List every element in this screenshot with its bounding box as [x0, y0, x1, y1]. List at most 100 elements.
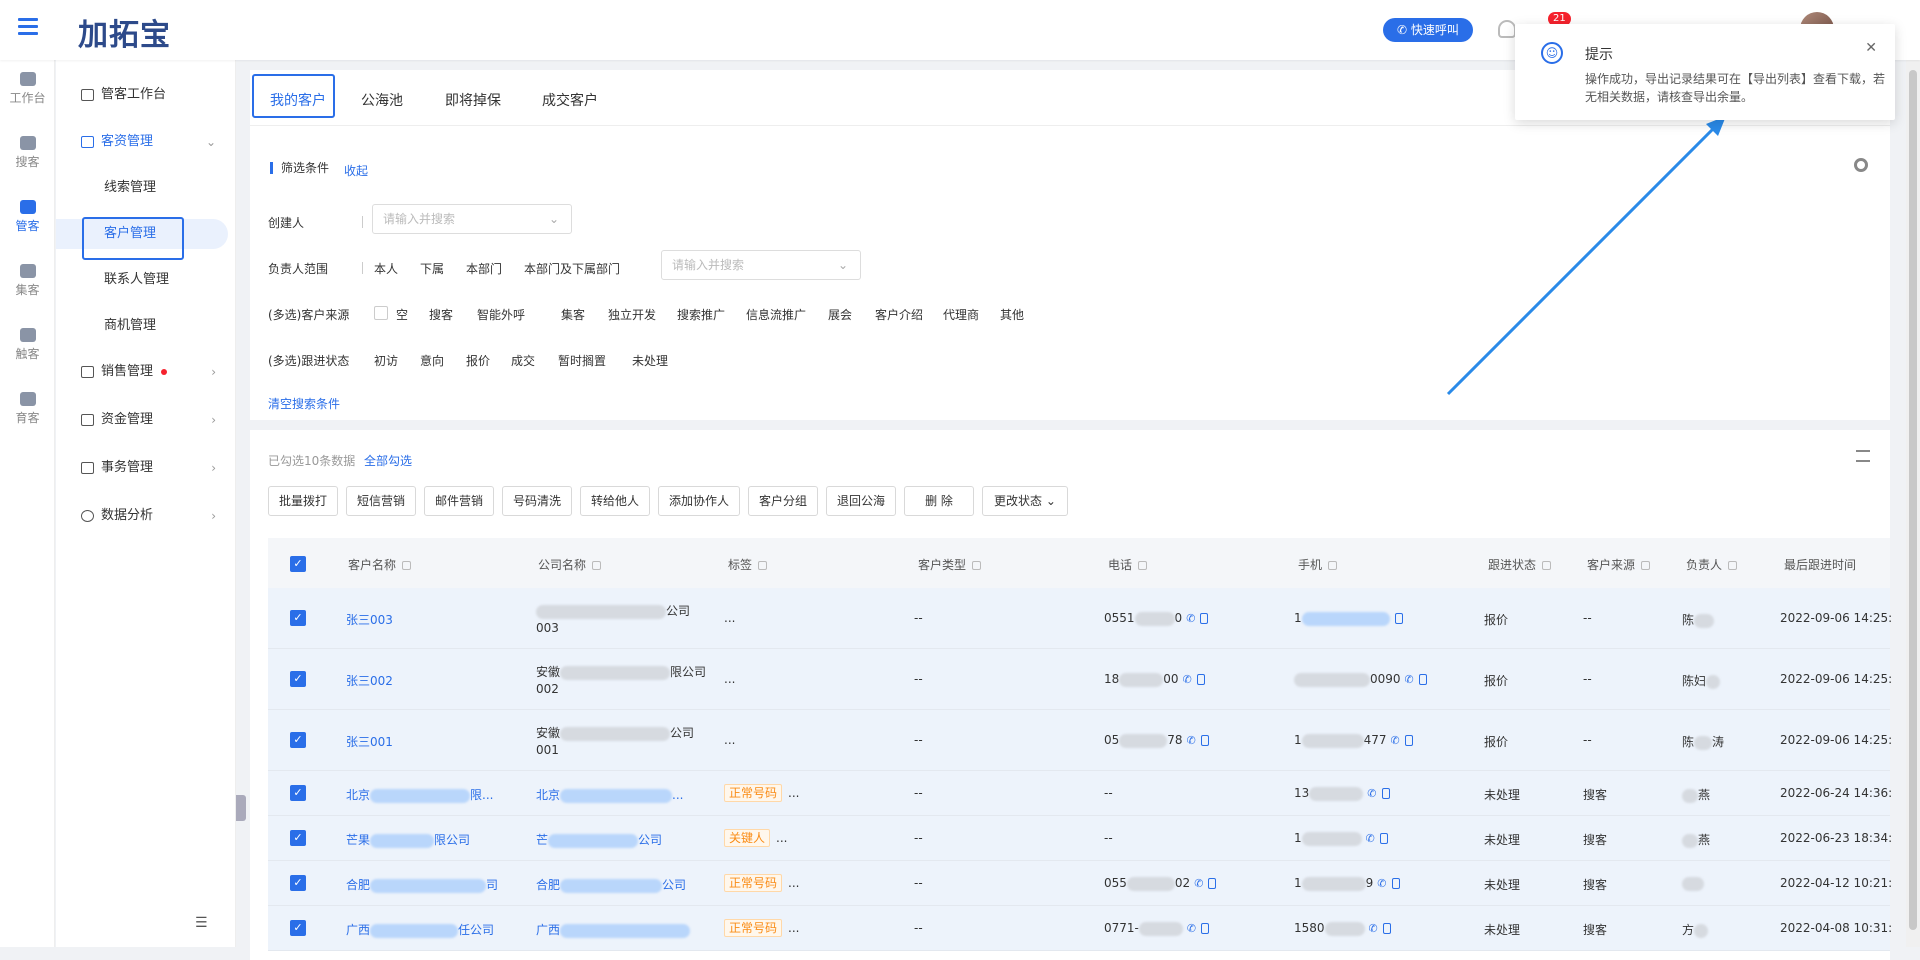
table-row[interactable]: ✓ 张三002 安徽 限公司 002 ... -- 18 00 ✆ 0090 ✆ 报价 …: [268, 649, 1892, 710]
clear-filters-link[interactable]: 清空搜索条件: [268, 395, 340, 412]
source-opt[interactable]: 空: [396, 306, 408, 323]
source-opt[interactable]: 集客: [561, 306, 585, 323]
table-row[interactable]: ✓ 张三003 公司 003 ... -- 0551 0 ✆ 1 报价 -- 陈 2…: [268, 588, 1892, 649]
phone-icon[interactable]: ✆: [1405, 673, 1414, 686]
table-row[interactable]: ✓ 广西 任公司 广西 正常号码 ... -- 0771- ✆ 1580 ✆ 未处理 …: [268, 906, 1892, 951]
phone-icon[interactable]: ✆: [1369, 922, 1378, 935]
scrollbar-thumb[interactable]: [1909, 70, 1917, 930]
sidebar-item-finance[interactable]: 资金管理 ›: [56, 405, 236, 435]
owner-select[interactable]: 请输入并搜索 ⌄: [661, 250, 861, 280]
col-header[interactable]: 公司名称: [538, 556, 602, 573]
sidebar-item-opportunities[interactable]: 商机管理: [56, 311, 236, 341]
batch-dial-button[interactable]: 批量拨打: [268, 486, 338, 516]
customer-name-link[interactable]: 广西 任公司: [346, 921, 494, 938]
select-all-checkbox[interactable]: ✓: [290, 556, 306, 572]
delete-button[interactable]: 删 除: [904, 486, 974, 516]
filter-collapse-link[interactable]: 收起: [344, 162, 368, 179]
sidebar-item-customer-mgmt[interactable]: 客资管理 ⌄: [56, 127, 236, 157]
owner-opt-self[interactable]: 本人: [374, 260, 398, 277]
col-header[interactable]: 跟进状态: [1488, 556, 1552, 573]
customer-name-link[interactable]: 张三001: [346, 733, 393, 750]
phone-icon[interactable]: ✆: [1377, 877, 1386, 890]
source-opt[interactable]: 代理商: [943, 306, 979, 323]
rail-item-workbench[interactable]: 工作台: [0, 72, 55, 106]
rail-item-manage[interactable]: 管客: [0, 200, 55, 234]
col-header[interactable]: 负责人: [1686, 556, 1738, 573]
mobile-icon[interactable]: [1196, 674, 1205, 685]
company-name-link[interactable]: 广西: [536, 921, 691, 938]
mobile-icon[interactable]: [1381, 788, 1390, 799]
quick-call-button[interactable]: ✆ 快速呼叫: [1383, 18, 1473, 42]
company-name-link[interactable]: 合肥 公司: [536, 876, 686, 893]
source-opt[interactable]: 智能外呼: [477, 306, 525, 323]
col-header[interactable]: 客户来源: [1587, 556, 1651, 573]
status-opt[interactable]: 成交: [511, 352, 535, 369]
mobile-icon[interactable]: [1379, 833, 1388, 844]
add-collaborator-button[interactable]: 添加协作人: [658, 486, 740, 516]
customer-name-link[interactable]: 张三003: [346, 611, 393, 628]
row-checkbox[interactable]: ✓: [290, 830, 306, 846]
phone-icon[interactable]: ✆: [1186, 612, 1195, 625]
sms-marketing-button[interactable]: 短信营销: [346, 486, 416, 516]
status-opt[interactable]: 意向: [420, 352, 444, 369]
mobile-icon[interactable]: [1200, 735, 1209, 746]
sidebar-item-analysis[interactable]: 数据分析 ›: [56, 501, 236, 531]
owner-opt-dept[interactable]: 本部门: [466, 260, 502, 277]
col-header[interactable]: 标签: [728, 556, 768, 573]
status-opt[interactable]: 报价: [466, 352, 490, 369]
table-row[interactable]: ✓ 张三001 安徽 公司 001 ... -- 05 78 ✆ 1 477 ✆ 报价 -…: [268, 710, 1892, 771]
page-scrollbar[interactable]: [1906, 60, 1920, 947]
rail-item-search[interactable]: 搜客: [0, 136, 55, 170]
notification-bell-icon[interactable]: [1498, 20, 1516, 38]
phone-icon[interactable]: ✆: [1391, 734, 1400, 747]
column-settings-icon[interactable]: [1856, 450, 1870, 462]
status-opt[interactable]: 初访: [374, 352, 398, 369]
gear-icon[interactable]: [1854, 158, 1868, 172]
row-checkbox[interactable]: ✓: [290, 920, 306, 936]
source-empty-checkbox[interactable]: [374, 306, 388, 320]
tab-closed[interactable]: 成交客户: [542, 90, 598, 110]
table-row[interactable]: ✓ 北京 限... 北京... 正常号码 ... -- -- 13 ✆ 未处理 搜客…: [268, 771, 1892, 816]
row-checkbox[interactable]: ✓: [290, 732, 306, 748]
mobile-icon[interactable]: [1418, 674, 1427, 685]
customer-name-link[interactable]: 北京 限...: [346, 786, 493, 803]
change-status-dropdown[interactable]: 更改状态 ⌄: [982, 486, 1068, 516]
owner-opt-dept-sub[interactable]: 本部门及下属部门: [524, 260, 620, 277]
source-opt[interactable]: 搜索推广: [677, 306, 725, 323]
row-checkbox[interactable]: ✓: [290, 610, 306, 626]
select-all-link[interactable]: 全部勾选: [364, 452, 412, 469]
rail-item-touch[interactable]: 触客: [0, 328, 55, 362]
col-header[interactable]: 客户类型: [918, 556, 982, 573]
sidebar-item-leads[interactable]: 线索管理: [56, 173, 236, 203]
col-header[interactable]: 电话: [1108, 556, 1148, 573]
phone-icon[interactable]: ✆: [1194, 877, 1203, 890]
transfer-button[interactable]: 转给他人: [580, 486, 650, 516]
table-row[interactable]: ✓ 芒果 限公司 芒公司 关键人 ... -- -- 1 ✆ 未处理 搜客 燕 20…: [268, 816, 1892, 861]
phone-icon[interactable]: ✆: [1187, 734, 1196, 747]
sidebar-item-affairs[interactable]: 事务管理 ›: [56, 453, 236, 483]
tab-expiring[interactable]: 即将掉保: [445, 90, 501, 110]
phone-icon[interactable]: ✆: [1366, 832, 1375, 845]
sidebar-item-contacts[interactable]: 联系人管理: [56, 265, 236, 295]
collapse-menu-icon[interactable]: ☰: [195, 915, 208, 931]
status-opt[interactable]: 未处理: [632, 352, 668, 369]
tab-public-pool[interactable]: 公海池: [361, 90, 403, 110]
mobile-icon[interactable]: [1208, 878, 1217, 889]
mobile-icon[interactable]: [1394, 613, 1403, 624]
sidebar-item-sales[interactable]: 销售管理 ›: [56, 357, 236, 387]
customer-name-link[interactable]: 芒果 限公司: [346, 831, 470, 848]
sidebar-item-workbench[interactable]: 管客工作台: [56, 80, 236, 110]
owner-opt-subordinates[interactable]: 下属: [420, 260, 444, 277]
status-opt[interactable]: 暂时搁置: [558, 352, 606, 369]
mobile-icon[interactable]: [1404, 735, 1413, 746]
company-name-link[interactable]: 北京...: [536, 786, 683, 803]
source-opt[interactable]: 客户介绍: [875, 306, 923, 323]
row-checkbox[interactable]: ✓: [290, 875, 306, 891]
row-checkbox[interactable]: ✓: [290, 671, 306, 687]
rail-item-nurture[interactable]: 育客: [0, 392, 55, 426]
mobile-icon[interactable]: [1391, 878, 1400, 889]
creator-select[interactable]: 请输入并搜索 ⌄: [372, 204, 572, 234]
table-row[interactable]: ✓ 合肥司 合肥 公司 正常号码 ... -- 055 02 ✆ 1 9 ✆ 未处理 搜客…: [268, 861, 1892, 906]
customer-name-link[interactable]: 张三002: [346, 672, 393, 689]
phone-icon[interactable]: ✆: [1187, 922, 1196, 935]
